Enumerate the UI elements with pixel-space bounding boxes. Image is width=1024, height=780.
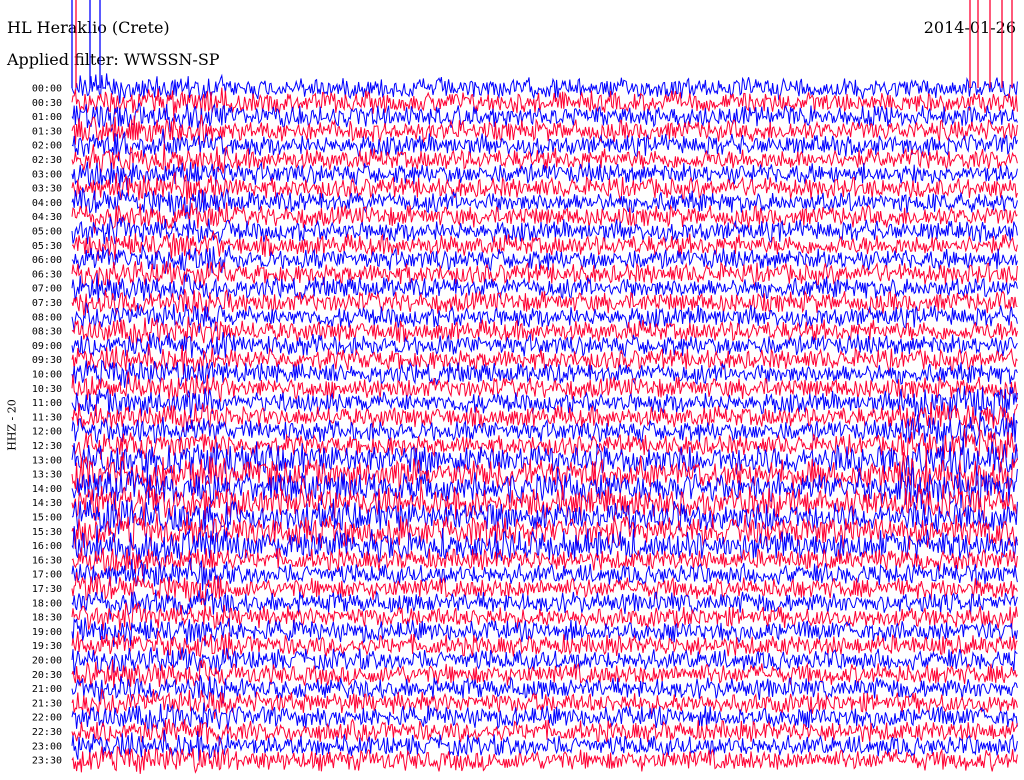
time-tick-label: 11:30 [32, 412, 62, 423]
time-tick-label: 19:30 [32, 641, 62, 652]
seismic-trace-line [71, 244, 1018, 274]
time-tick-label: 14:00 [32, 484, 62, 495]
time-tick-label: 01:00 [32, 112, 62, 123]
time-tick-label: 01:30 [32, 126, 62, 137]
time-tick-label: 07:00 [32, 284, 62, 295]
time-tick-label: 20:00 [32, 656, 62, 667]
seismic-trace-line [71, 718, 1018, 746]
time-tick-label: 02:30 [32, 155, 62, 166]
time-tick-label: 05:00 [32, 227, 62, 238]
time-tick-label: 15:30 [32, 527, 62, 538]
time-tick-label: 20:30 [32, 670, 62, 681]
time-tick-label: 15:00 [32, 513, 62, 524]
time-tick-label: 00:30 [32, 98, 62, 109]
time-tick-label: 12:30 [32, 441, 62, 452]
time-tick-label: 10:00 [32, 370, 62, 381]
time-tick-label: 04:00 [32, 198, 62, 209]
time-tick-label: 03:00 [32, 169, 62, 180]
time-tick-label: 17:30 [32, 584, 62, 595]
time-tick-label: 16:00 [32, 541, 62, 552]
time-tick-label: 06:30 [32, 269, 62, 280]
time-tick-label: 19:00 [32, 627, 62, 638]
time-tick-labels: 00:00 00:30 01:00 01:30 02:00 02:30 03:00 03:30… [32, 84, 62, 767]
time-tick-label: 10:30 [32, 384, 62, 395]
time-tick-label: 21:30 [32, 698, 62, 709]
time-tick-label: 08:00 [32, 312, 62, 323]
time-tick-label: 17:00 [32, 570, 62, 581]
time-tick-label: 00:00 [32, 84, 62, 95]
time-tick-label: 14:30 [32, 498, 62, 509]
time-tick-label: 09:00 [32, 341, 62, 352]
time-tick-label: 09:30 [32, 355, 62, 366]
time-tick-label: 23:30 [32, 756, 62, 767]
time-tick-label: 13:00 [32, 455, 62, 466]
time-tick-label: 22:30 [32, 727, 62, 738]
time-tick-label: 02:00 [32, 141, 62, 152]
time-tick-label: 12:00 [32, 427, 62, 438]
seismic-trace-line [71, 73, 1018, 104]
seismic-trace-line [71, 588, 1018, 620]
time-tick-label: 11:00 [32, 398, 62, 409]
time-tick-label: 03:30 [32, 184, 62, 195]
time-tick-label: 18:00 [32, 598, 62, 609]
time-tick-label: 08:30 [32, 327, 62, 338]
time-tick-label: 21:00 [32, 684, 62, 695]
time-tick-label: 04:30 [32, 212, 62, 223]
time-tick-label: 23:00 [32, 741, 62, 752]
time-tick-label: 16:30 [32, 555, 62, 566]
time-tick-label: 22:00 [32, 713, 62, 724]
time-tick-label: 07:30 [32, 298, 62, 309]
seismic-trace-line [71, 261, 1018, 289]
seismogram-plot: 00:00 00:30 01:00 01:30 02:00 02:30 03:00 03:30… [32, 0, 1018, 774]
time-tick-label: 13:30 [32, 470, 62, 481]
time-tick-label: 18:30 [32, 613, 62, 624]
time-tick-label: 05:30 [32, 241, 62, 252]
time-tick-label: 06:00 [32, 255, 62, 266]
trace-group [71, 0, 1018, 774]
